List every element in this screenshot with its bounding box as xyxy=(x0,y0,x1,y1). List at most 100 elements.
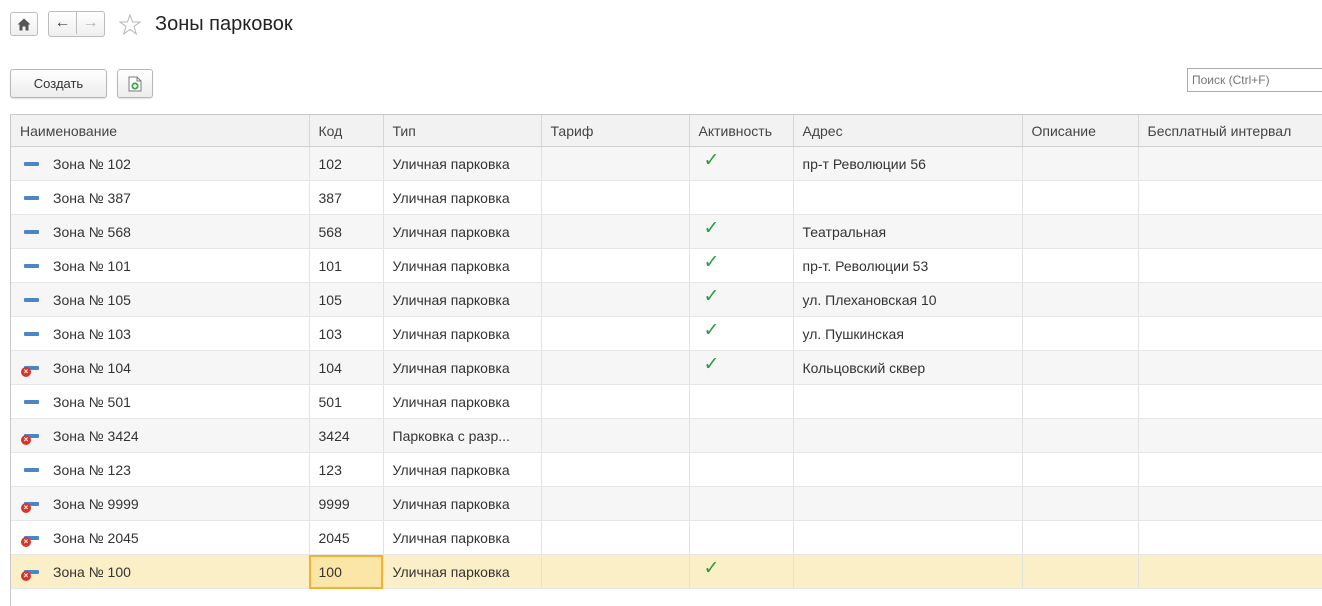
cell-type[interactable]: Уличная парковка xyxy=(383,452,542,487)
cell-free-interval[interactable] xyxy=(1138,146,1322,181)
header-address[interactable]: Адрес xyxy=(793,115,1023,147)
cell-description[interactable] xyxy=(1022,180,1139,215)
cell-code[interactable]: 105 xyxy=(309,282,384,317)
cell-free-interval[interactable] xyxy=(1138,282,1322,317)
cell-code[interactable]: 102 xyxy=(309,146,384,181)
cell-free-interval[interactable] xyxy=(1138,452,1322,487)
cell-description[interactable] xyxy=(1022,214,1139,249)
table-row[interactable]: × Зона № 104 104 Уличная парковка ✓ Кольцовск… xyxy=(11,350,1322,385)
cell-type[interactable]: Уличная парковка xyxy=(383,248,542,283)
cell-code[interactable]: 104 xyxy=(309,350,384,385)
table-row[interactable]: × Зона № 3424 3424 Парковка с разр... xyxy=(11,418,1322,453)
cell-code[interactable]: 9999 xyxy=(309,486,384,521)
header-name[interactable]: Наименование xyxy=(11,115,310,147)
cell-address[interactable] xyxy=(793,452,1023,487)
cell-name[interactable]: Зона № 101 xyxy=(11,248,310,283)
cell-free-interval[interactable] xyxy=(1138,486,1322,521)
cell-tariff[interactable] xyxy=(541,316,690,351)
cell-name[interactable]: Зона № 105 xyxy=(11,282,310,317)
cell-description[interactable] xyxy=(1022,282,1139,317)
cell-address[interactable]: Театральная xyxy=(793,214,1023,249)
cell-name[interactable]: Зона № 387 xyxy=(11,180,310,215)
cell-code[interactable]: 123 xyxy=(309,452,384,487)
table-row[interactable]: Зона № 501 501 Уличная парковка xyxy=(11,384,1322,419)
cell-description[interactable] xyxy=(1022,520,1139,555)
cell-activity[interactable]: ✓ xyxy=(689,350,794,385)
table-row[interactable]: Зона № 123 123 Уличная парковка xyxy=(11,452,1322,487)
table-row[interactable]: × Зона № 100 100 Уличная парковка ✓ xyxy=(11,554,1322,589)
cell-free-interval[interactable] xyxy=(1138,384,1322,419)
cell-activity[interactable]: ✓ xyxy=(689,146,794,181)
table-row[interactable]: Зона № 101 101 Уличная парковка ✓ пр-т. Рево… xyxy=(11,248,1322,283)
cell-free-interval[interactable] xyxy=(1138,214,1322,249)
cell-address[interactable]: ул. Пушкинская xyxy=(793,316,1023,351)
header-activity[interactable]: Активность xyxy=(689,115,794,147)
cell-code[interactable]: 501 xyxy=(309,384,384,419)
cell-tariff[interactable] xyxy=(541,248,690,283)
cell-name[interactable]: × Зона № 2045 xyxy=(11,520,310,555)
add-to-favorites-button[interactable] xyxy=(119,13,141,35)
cell-address[interactable]: пр-т. Революции 53 xyxy=(793,248,1023,283)
cell-name[interactable]: Зона № 123 xyxy=(11,452,310,487)
header-type[interactable]: Тип xyxy=(383,115,542,147)
cell-description[interactable] xyxy=(1022,146,1139,181)
cell-tariff[interactable] xyxy=(541,554,690,589)
cell-free-interval[interactable] xyxy=(1138,316,1322,351)
cell-address[interactable] xyxy=(793,180,1023,215)
cell-code[interactable]: 100 xyxy=(309,554,384,589)
table-row[interactable]: × Зона № 2045 2045 Уличная парковка xyxy=(11,520,1322,555)
cell-tariff[interactable] xyxy=(541,418,690,453)
header-code[interactable]: Код xyxy=(309,115,384,147)
header-tariff[interactable]: Тариф xyxy=(541,115,690,147)
cell-free-interval[interactable] xyxy=(1138,418,1322,453)
cell-activity[interactable] xyxy=(689,180,794,215)
cell-address[interactable] xyxy=(793,418,1023,453)
table-row[interactable]: Зона № 568 568 Уличная парковка ✓ Театральна… xyxy=(11,214,1322,249)
cell-tariff[interactable] xyxy=(541,146,690,181)
cell-type[interactable]: Уличная парковка xyxy=(383,350,542,385)
cell-name[interactable]: Зона № 102 xyxy=(11,146,310,181)
cell-address[interactable] xyxy=(793,520,1023,555)
cell-tariff[interactable] xyxy=(541,350,690,385)
cell-type[interactable]: Уличная парковка xyxy=(383,384,542,419)
cell-code[interactable]: 2045 xyxy=(309,520,384,555)
table-row[interactable]: Зона № 102 102 Уличная парковка ✓ пр-т Револ… xyxy=(11,146,1322,181)
cell-code[interactable]: 387 xyxy=(309,180,384,215)
cell-free-interval[interactable] xyxy=(1138,180,1322,215)
cell-code[interactable]: 3424 xyxy=(309,418,384,453)
cell-description[interactable] xyxy=(1022,452,1139,487)
header-description[interactable]: Описание xyxy=(1022,115,1139,147)
cell-type[interactable]: Уличная парковка xyxy=(383,316,542,351)
cell-tariff[interactable] xyxy=(541,384,690,419)
cell-description[interactable] xyxy=(1022,486,1139,521)
copy-button[interactable] xyxy=(117,69,153,98)
cell-activity[interactable] xyxy=(689,486,794,521)
cell-description[interactable] xyxy=(1022,554,1139,589)
cell-name[interactable]: × Зона № 100 xyxy=(11,554,310,589)
cell-type[interactable]: Парковка с разр... xyxy=(383,418,542,453)
cell-description[interactable] xyxy=(1022,418,1139,453)
cell-description[interactable] xyxy=(1022,248,1139,283)
cell-name[interactable]: × Зона № 3424 xyxy=(11,418,310,453)
cell-activity[interactable]: ✓ xyxy=(689,316,794,351)
cell-name[interactable]: × Зона № 104 xyxy=(11,350,310,385)
search-input[interactable] xyxy=(1187,68,1322,92)
cell-activity[interactable]: ✓ xyxy=(689,282,794,317)
cell-address[interactable] xyxy=(793,486,1023,521)
create-button[interactable]: Создать xyxy=(10,69,107,98)
cell-description[interactable] xyxy=(1022,316,1139,351)
cell-address[interactable]: пр-т Революции 56 xyxy=(793,146,1023,181)
cell-name[interactable]: × Зона № 9999 xyxy=(11,486,310,521)
forward-button[interactable]: → xyxy=(77,12,104,34)
cell-activity[interactable] xyxy=(689,520,794,555)
cell-tariff[interactable] xyxy=(541,452,690,487)
cell-name[interactable]: Зона № 568 xyxy=(11,214,310,249)
cell-type[interactable]: Уличная парковка xyxy=(383,554,542,589)
cell-free-interval[interactable] xyxy=(1138,350,1322,385)
cell-type[interactable]: Уличная парковка xyxy=(383,520,542,555)
table-row[interactable]: × Зона № 9999 9999 Уличная парковка xyxy=(11,486,1322,521)
cell-type[interactable]: Уличная парковка xyxy=(383,214,542,249)
cell-free-interval[interactable] xyxy=(1138,520,1322,555)
cell-activity[interactable]: ✓ xyxy=(689,248,794,283)
table-row[interactable]: Зона № 105 105 Уличная парковка ✓ ул. Плехан… xyxy=(11,282,1322,317)
